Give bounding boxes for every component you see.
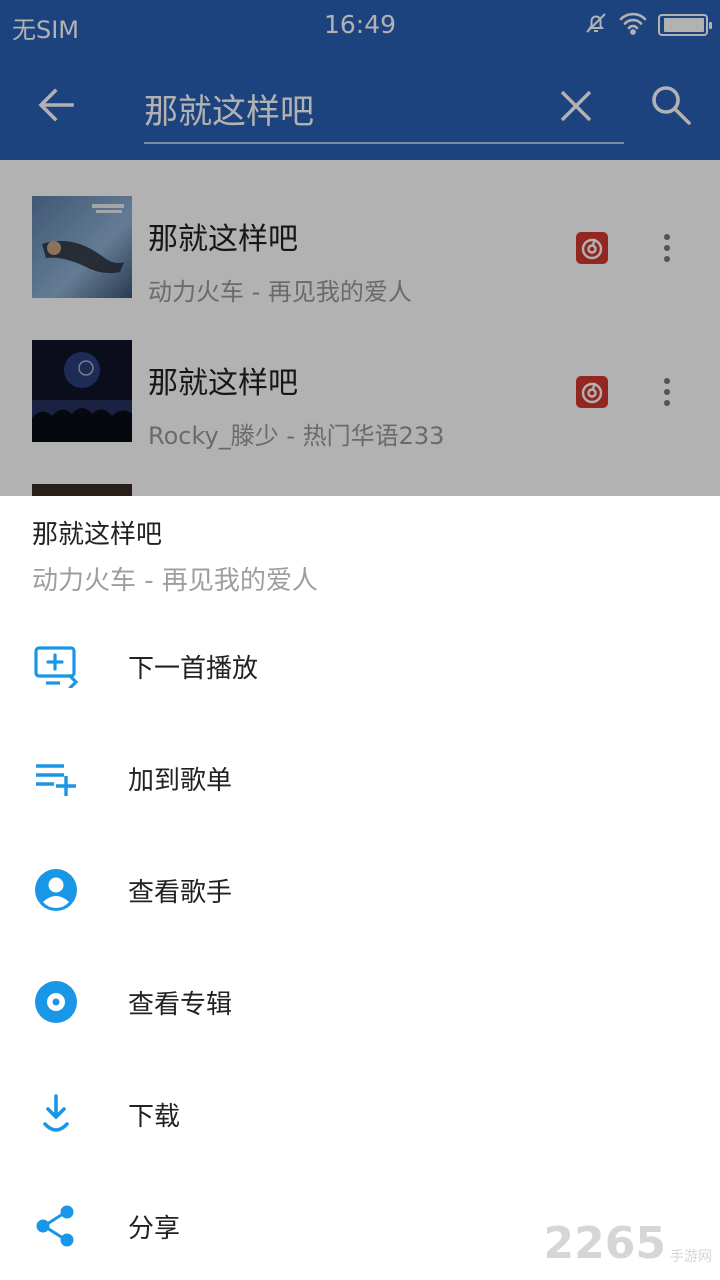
menu-item-download[interactable]: 下载 <box>0 1056 720 1168</box>
sheet-song-subtitle: 动力火车 - 再见我的爱人 <box>32 566 318 596</box>
menu-item-label: 下载 <box>128 1102 181 1132</box>
add-to-playlist-icon <box>34 756 78 800</box>
site-watermark: 2265 手游网 <box>544 1222 712 1266</box>
sheet-menu: 下一首播放 加到歌单 查看歌手 查看专辑 下载 分享 <box>0 608 720 1280</box>
menu-item-add-to-playlist[interactable]: 加到歌单 <box>0 720 720 832</box>
menu-item-label: 分享 <box>128 1214 181 1244</box>
watermark-text: 手游网 <box>670 1249 712 1266</box>
menu-item-label: 查看歌手 <box>128 878 233 908</box>
play-next-icon <box>34 644 79 690</box>
menu-item-label: 下一首播放 <box>128 654 259 684</box>
sheet-song-title: 那就这样吧 <box>32 520 163 550</box>
share-icon <box>34 1204 78 1248</box>
menu-item-label: 查看专辑 <box>128 990 233 1020</box>
menu-item-play-next[interactable]: 下一首播放 <box>0 608 720 720</box>
download-icon <box>34 1092 78 1136</box>
menu-item-view-artist[interactable]: 查看歌手 <box>0 832 720 944</box>
watermark-number: 2265 <box>543 1218 666 1269</box>
menu-item-label: 加到歌单 <box>128 766 233 796</box>
menu-item-view-album[interactable]: 查看专辑 <box>0 944 720 1056</box>
song-options-sheet: 那就这样吧 动力火车 - 再见我的爱人 下一首播放 加到歌单 查看歌手 查看专辑 <box>0 496 720 1280</box>
album-icon <box>34 980 78 1024</box>
artist-icon <box>34 868 78 912</box>
